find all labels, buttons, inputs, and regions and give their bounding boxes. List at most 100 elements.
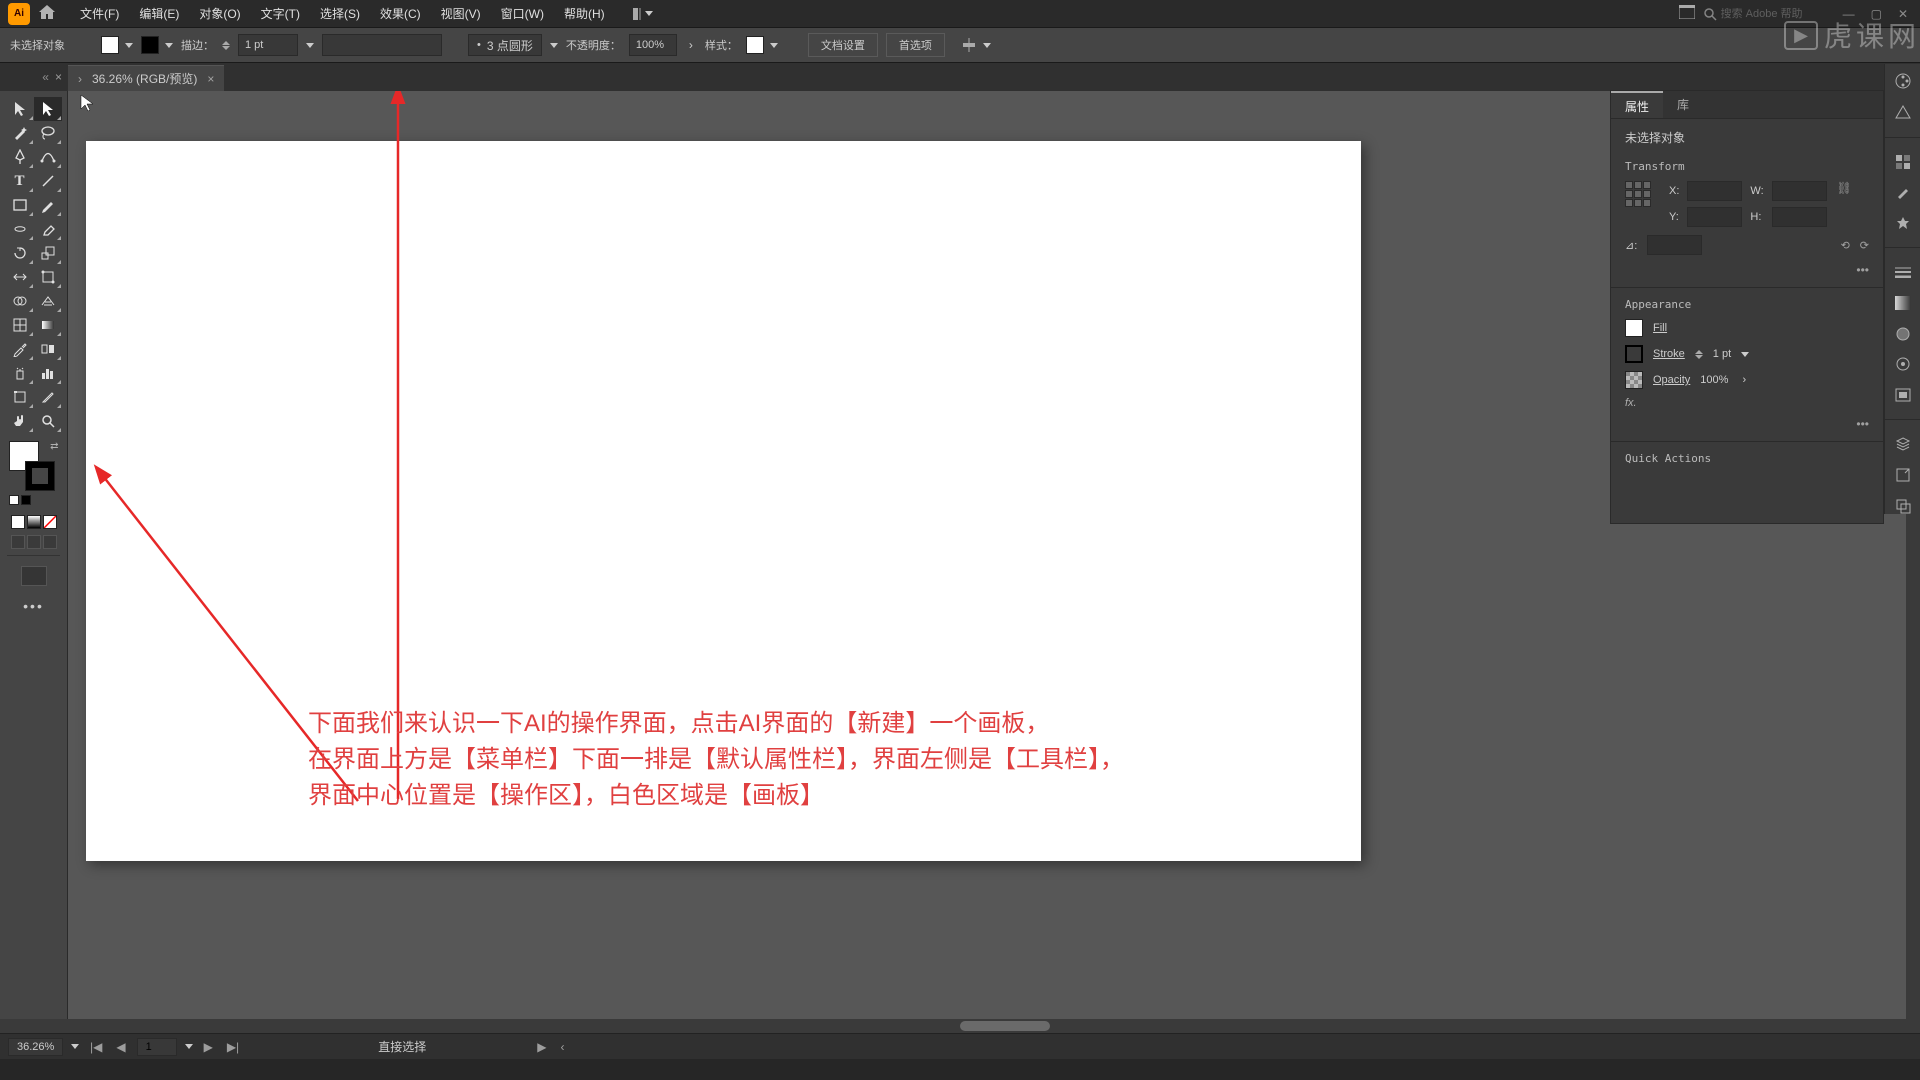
color-mode-solid[interactable] — [11, 515, 25, 529]
width-tool[interactable] — [6, 265, 34, 289]
tabbar-close-icon[interactable]: × — [55, 70, 62, 84]
stroke-weight-input[interactable] — [238, 34, 298, 56]
horizontal-scrollbar[interactable] — [0, 1019, 1920, 1033]
document-tab[interactable]: › 36.26% (RGB/预览) × — [68, 65, 224, 91]
artboard-number-input[interactable] — [137, 1038, 177, 1056]
zoom-level[interactable]: 36.26% — [8, 1038, 63, 1056]
tabbar-arrow-icon[interactable]: « — [42, 70, 49, 84]
mesh-tool[interactable] — [6, 313, 34, 337]
fill-stroke-control[interactable]: ⇄ — [9, 441, 59, 491]
variable-width-profile[interactable] — [322, 34, 442, 56]
menu-file[interactable]: 文件(F) — [70, 1, 129, 26]
preferences-button[interactable]: 首选项 — [886, 33, 945, 57]
fill-swatch[interactable] — [1625, 319, 1643, 337]
brushes-panel-icon[interactable] — [1893, 184, 1913, 201]
menu-view[interactable]: 视图(V) — [431, 1, 491, 26]
opacity-popup[interactable]: › — [1738, 374, 1750, 386]
reference-point-grid[interactable] — [1625, 181, 1651, 207]
stroke-stepper[interactable] — [222, 41, 230, 50]
scroll-thumb[interactable] — [960, 1021, 1050, 1031]
flip-horizontal-icon[interactable]: ⟲ — [1841, 239, 1850, 252]
panel-stroke-stepper[interactable] — [1695, 350, 1703, 359]
arrange-docs-icon[interactable] — [1679, 5, 1695, 22]
swap-fill-stroke-icon[interactable]: ⇄ — [50, 441, 58, 452]
blend-tool[interactable] — [34, 337, 62, 361]
workspace-switcher[interactable] — [633, 7, 653, 21]
scale-tool[interactable] — [34, 241, 62, 265]
align-to[interactable] — [961, 37, 991, 53]
link-wh-icon[interactable]: ⛓ — [1837, 181, 1852, 195]
artboards-panel-icon[interactable] — [1893, 497, 1913, 514]
appearance-panel-icon[interactable] — [1893, 356, 1913, 373]
transform-more-icon[interactable]: ••• — [1856, 263, 1869, 277]
gradient-tool[interactable] — [34, 313, 62, 337]
zoom-tool[interactable] — [34, 409, 62, 433]
status-play-icon[interactable]: ▶ — [534, 1040, 549, 1054]
menu-effect[interactable]: 效果(C) — [370, 1, 431, 26]
draw-behind[interactable] — [27, 535, 41, 549]
color-mode-none[interactable] — [43, 515, 57, 529]
tab-properties[interactable]: 属性 — [1611, 91, 1663, 118]
opacity-swatch[interactable] — [1625, 371, 1643, 389]
stroke-dropdown-panel[interactable] — [1741, 352, 1749, 357]
menu-edit[interactable]: 编辑(E) — [129, 1, 189, 26]
stroke-dropdown[interactable] — [306, 43, 314, 48]
stroke-label[interactable]: Stroke — [1653, 348, 1685, 360]
first-artboard-button[interactable]: |◀ — [87, 1040, 105, 1054]
document-setup-button[interactable]: 文档设置 — [808, 33, 878, 57]
selection-tool[interactable] — [6, 97, 34, 121]
asset-export-panel-icon[interactable] — [1893, 467, 1913, 484]
menu-window[interactable]: 窗口(W) — [491, 1, 554, 26]
eraser-tool[interactable] — [34, 217, 62, 241]
transparency-panel-icon[interactable] — [1893, 325, 1913, 342]
prev-artboard-button[interactable]: ◀ — [113, 1040, 128, 1054]
opacity-label-panel[interactable]: Opacity — [1653, 374, 1690, 386]
menu-help[interactable]: 帮助(H) — [554, 1, 615, 26]
opacity-input[interactable] — [629, 34, 677, 56]
status-collapse-icon[interactable]: ‹ — [557, 1040, 567, 1054]
slice-tool[interactable] — [34, 385, 62, 409]
direct-selection-tool[interactable] — [34, 97, 62, 121]
menu-type[interactable]: 文字(T) — [251, 1, 310, 26]
column-graph-tool[interactable] — [34, 361, 62, 385]
flip-vertical-icon[interactable]: ⟳ — [1860, 239, 1869, 252]
brush-definition[interactable]: • 3 点圆形 — [468, 34, 542, 56]
fill-swatch-control[interactable] — [101, 36, 133, 54]
hand-tool[interactable] — [6, 409, 34, 433]
gradient-panel-icon[interactable] — [1893, 295, 1913, 312]
symbol-sprayer-tool[interactable] — [6, 361, 34, 385]
shaper-tool[interactable] — [6, 217, 34, 241]
appearance-more-icon[interactable]: ••• — [1856, 417, 1869, 431]
brush-dropdown[interactable] — [550, 43, 558, 48]
color-mode-gradient[interactable] — [27, 515, 41, 529]
curvature-tool[interactable] — [34, 145, 62, 169]
paintbrush-tool[interactable] — [34, 193, 62, 217]
graphic-styles-panel-icon[interactable] — [1893, 387, 1913, 404]
menu-object[interactable]: 对象(O) — [189, 1, 250, 26]
fx-button[interactable]: fx. — [1625, 397, 1637, 409]
lasso-tool[interactable] — [34, 121, 62, 145]
menu-select[interactable]: 选择(S) — [310, 1, 370, 26]
screen-mode[interactable] — [21, 566, 47, 586]
document-tab-close[interactable]: × — [207, 72, 214, 86]
color-panel-icon[interactable] — [1893, 72, 1913, 90]
tab-libraries[interactable]: 库 — [1663, 91, 1703, 118]
fill-label[interactable]: Fill — [1653, 322, 1667, 334]
artboard-dropdown[interactable] — [185, 1044, 193, 1049]
free-transform-tool[interactable] — [34, 265, 62, 289]
symbols-panel-icon[interactable] — [1893, 215, 1913, 232]
graphic-style[interactable] — [746, 36, 778, 54]
perspective-grid-tool[interactable] — [34, 289, 62, 313]
draw-normal[interactable] — [11, 535, 25, 549]
color-guide-panel-icon[interactable] — [1893, 104, 1913, 121]
next-artboard-button[interactable]: ▶ — [201, 1040, 216, 1054]
stroke-panel-icon[interactable] — [1893, 264, 1913, 281]
type-tool[interactable]: T — [6, 169, 34, 193]
opacity-popup-arrow[interactable]: › — [685, 38, 697, 52]
stroke-color-swatch[interactable] — [25, 461, 55, 491]
stroke-swatch-control[interactable] — [141, 36, 173, 54]
layers-panel-icon[interactable] — [1893, 436, 1913, 453]
artboard-tool[interactable] — [6, 385, 34, 409]
eyedropper-tool[interactable] — [6, 337, 34, 361]
last-artboard-button[interactable]: ▶| — [224, 1040, 242, 1054]
